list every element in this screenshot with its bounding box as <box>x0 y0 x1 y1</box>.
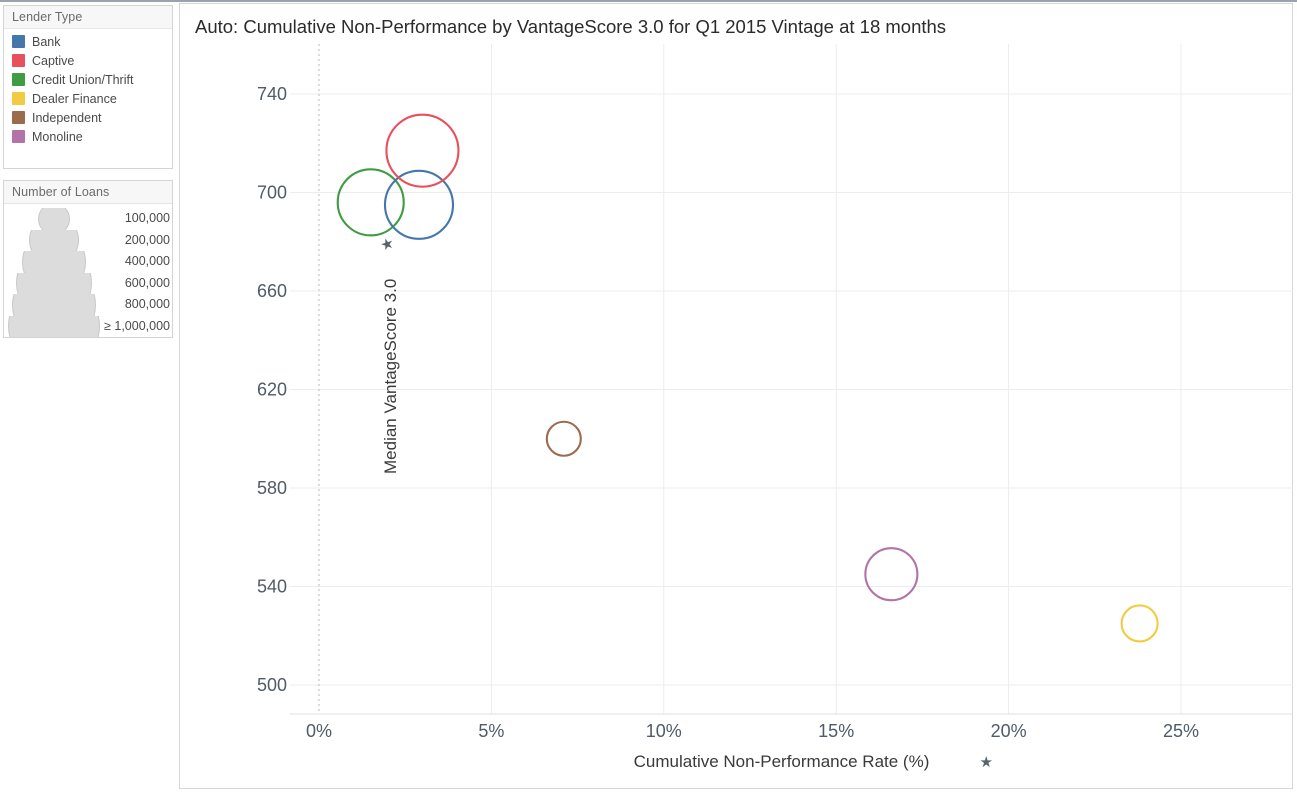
plot-area: 500 540 580 620 660 700 740 0% 5% 10% 15% 20% 25% Med… <box>180 4 1294 790</box>
y-axis-tick-label: 740 <box>257 84 287 104</box>
y-axis-tick-label: 580 <box>257 478 287 498</box>
size-legend-circle <box>38 208 70 230</box>
number-of-loans-legend-title: Number of Loans <box>4 181 172 204</box>
size-legend-circle <box>22 251 86 273</box>
size-legend-band <box>38 208 70 230</box>
x-axis-tick-label: 5% <box>478 721 504 741</box>
bubble-monoline[interactable] <box>864 547 919 602</box>
lender-type-legend-title: Lender Type <box>4 6 172 29</box>
legend-item-independent[interactable]: Independent <box>4 108 172 127</box>
legend-item-credit-union-thrift[interactable]: Credit Union/Thrift <box>4 70 172 89</box>
size-legend-band <box>22 251 86 273</box>
size-legend-band <box>29 229 79 251</box>
y-axis-tick-label: 500 <box>257 675 287 695</box>
legend-color-swatch <box>12 54 25 67</box>
x-axis-tick-label: 20% <box>991 721 1027 741</box>
size-legend-circle <box>16 272 92 294</box>
size-legend-circle <box>12 294 96 316</box>
size-legend-band <box>16 272 92 294</box>
size-legend-label: 600,000 <box>124 275 170 290</box>
x-axis-tick-label: 0% <box>306 721 332 741</box>
legend-item-label: Bank <box>32 34 61 49</box>
y-axis-tick-label: 700 <box>257 183 287 203</box>
size-legend-band <box>8 315 100 337</box>
legend-sidebar: Lender Type Bank Captive Credit Union/Thri… <box>0 2 176 792</box>
number-of-loans-legend-card: Number of Loans 100,000 200,000 400,000 600… <box>3 180 173 338</box>
legend-item-label: Credit Union/Thrift <box>32 72 134 87</box>
bubble-captive[interactable] <box>385 113 460 188</box>
lender-type-legend-card: Lender Type Bank Captive Credit Union/Thri… <box>3 5 173 169</box>
size-legend-label: 200,000 <box>124 232 170 247</box>
legend-item-label: Captive <box>32 53 75 68</box>
number-of-loans-legend-body: 100,000 200,000 400,000 600,000 800,000 ≥ 1,0… <box>4 204 172 337</box>
size-legend-circle <box>8 315 100 337</box>
legend-color-swatch <box>12 73 25 86</box>
legend-color-swatch <box>12 92 25 105</box>
legend-color-swatch <box>12 130 25 143</box>
legend-item-label: Dealer Finance <box>32 91 117 106</box>
size-legend-label: ≥ 1,000,000 <box>104 318 170 333</box>
legend-item-bank[interactable]: Bank <box>4 32 172 51</box>
y-axis-tick-label: 540 <box>257 577 287 597</box>
legend-item-captive[interactable]: Captive <box>4 51 172 70</box>
x-axis-title: Cumulative Non-Performance Rate (%) <box>634 752 930 771</box>
legend-item-label: Independent <box>32 110 102 125</box>
y-axis-tick-label: 620 <box>257 380 287 400</box>
size-legend-label: 400,000 <box>124 254 170 268</box>
legend-item-label: Monoline <box>32 129 83 144</box>
chart-panel: Auto: Cumulative Non-Performance by Vant… <box>179 3 1293 789</box>
lender-type-legend-list: Bank Captive Credit Union/Thrift Dealer Fin… <box>4 29 172 146</box>
y-axis-pin-icon[interactable]: ★ <box>379 238 396 251</box>
x-axis-tick-label: 15% <box>818 721 854 741</box>
size-legend-labels: 100,000 200,000 400,000 600,000 800,000 ≥ 1,0… <box>90 208 172 337</box>
y-axis-title: Median VantageScore 3.0 <box>381 279 400 474</box>
legend-item-dealer-finance[interactable]: Dealer Finance <box>4 89 172 108</box>
legend-item-monoline[interactable]: Monoline <box>4 127 172 146</box>
legend-color-swatch <box>12 111 25 124</box>
x-axis-pin-icon[interactable]: ★ <box>980 754 993 771</box>
bubble-credit-union-thrift[interactable] <box>336 168 405 237</box>
size-legend-stack <box>8 208 100 337</box>
y-axis-tick-label: 660 <box>257 281 287 301</box>
bubble-dealer-finance[interactable] <box>1120 604 1159 643</box>
window-top-border <box>0 0 1297 2</box>
legend-color-swatch <box>12 35 25 48</box>
scatter-plot-svg: 500 540 580 620 660 700 740 0% 5% 10% 15% 20% 25% Med… <box>257 44 1293 771</box>
size-legend-band <box>12 294 96 316</box>
size-legend-label: 100,000 <box>124 211 170 225</box>
x-axis-tick-label: 10% <box>646 721 682 741</box>
size-legend-label: 800,000 <box>124 297 170 311</box>
bubble-independent[interactable] <box>545 420 582 457</box>
size-legend-circle <box>29 229 79 251</box>
x-axis-tick-label: 25% <box>1163 721 1199 741</box>
